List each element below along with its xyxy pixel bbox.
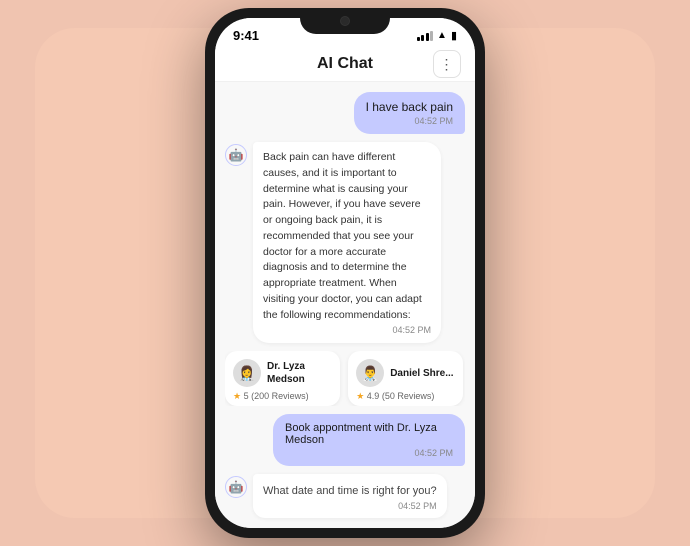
star-icon-2: ★ xyxy=(356,391,364,401)
ai-bubble-1: Back pain can have different causes, and… xyxy=(253,142,441,343)
user-message-1-text: I have back pain xyxy=(366,100,453,114)
appointment-time: 04:52 PM xyxy=(285,448,453,458)
notch-camera xyxy=(340,16,350,26)
ai-question-bubble: What date and time is right for you? 04:… xyxy=(253,474,447,518)
ai-avatar-icon-2: 🤖 xyxy=(229,480,244,494)
signal-icon xyxy=(417,31,434,41)
menu-button[interactable]: ⋮ xyxy=(433,50,461,78)
status-time: 9:41 xyxy=(233,28,259,43)
ai-avatar: 🤖 xyxy=(225,144,247,166)
notch xyxy=(300,8,390,34)
wifi-icon: ▲ xyxy=(437,30,447,41)
user-message-1-time: 04:52 PM xyxy=(366,116,453,126)
doctor-2-avatar: 👨‍⚕️ xyxy=(356,359,384,387)
doctor-card-2: 👨‍⚕️ Daniel Shre... ★ 4.9 (50 Reviews) V… xyxy=(348,351,463,406)
phone-screen: 9:41 ▲ ▮ AI Chat ⋮ I have xyxy=(215,18,475,528)
ai-message-1-time: 04:52 PM xyxy=(263,325,431,335)
doctor-1-name: Dr. Lyza Medson xyxy=(267,360,332,386)
doctor-cards-row: 👩‍⚕️ Dr. Lyza Medson ★ 5 (200 Reviews) V… xyxy=(225,351,465,406)
ai-question-text: What date and time is right for you? xyxy=(263,481,437,501)
doctor-1-avatar: 👩‍⚕️ xyxy=(233,359,261,387)
doctor-1-rating-value: 5 xyxy=(244,391,249,401)
doctor-2-name: Daniel Shre... xyxy=(390,367,453,380)
ai-message-1: 🤖 Back pain can have different causes, a… xyxy=(225,142,441,343)
chat-area: I have back pain 04:52 PM 🤖 Back pain ca… xyxy=(215,82,475,528)
ai-avatar-icon: 🤖 xyxy=(229,148,244,162)
ai-question-time: 04:52 PM xyxy=(263,501,437,511)
doctor-1-header: 👩‍⚕️ Dr. Lyza Medson xyxy=(233,359,332,387)
phone-frame: 9:41 ▲ ▮ AI Chat ⋮ I have xyxy=(205,8,485,538)
battery-icon: ▮ xyxy=(451,29,457,42)
star-icon-1: ★ xyxy=(233,391,241,401)
app-title: AI Chat xyxy=(317,55,373,73)
doctor-2-header: 👨‍⚕️ Daniel Shre... xyxy=(356,359,455,387)
doctor-card-1: 👩‍⚕️ Dr. Lyza Medson ★ 5 (200 Reviews) V… xyxy=(225,351,340,406)
appointment-message: Book appontment with Dr. Lyza Medson 04:… xyxy=(273,414,465,466)
three-dots-icon: ⋮ xyxy=(440,56,455,73)
user-message-1: I have back pain 04:52 PM xyxy=(354,92,465,134)
ai-avatar-2: 🤖 xyxy=(225,476,247,498)
doctor-2-rating-value: 4.9 xyxy=(367,391,380,401)
ai-message-1-text: Back pain can have different causes, and… xyxy=(263,150,431,323)
app-header: AI Chat ⋮ xyxy=(215,47,475,82)
doctor-2-rating: ★ 4.9 (50 Reviews) xyxy=(356,391,455,402)
ai-question-row: 🤖 What date and time is right for you? 0… xyxy=(225,474,465,518)
status-icons: ▲ ▮ xyxy=(417,29,457,42)
doctor-1-rating: ★ 5 (200 Reviews) xyxy=(233,391,332,402)
appointment-text: Book appontment with Dr. Lyza Medson xyxy=(285,422,453,446)
